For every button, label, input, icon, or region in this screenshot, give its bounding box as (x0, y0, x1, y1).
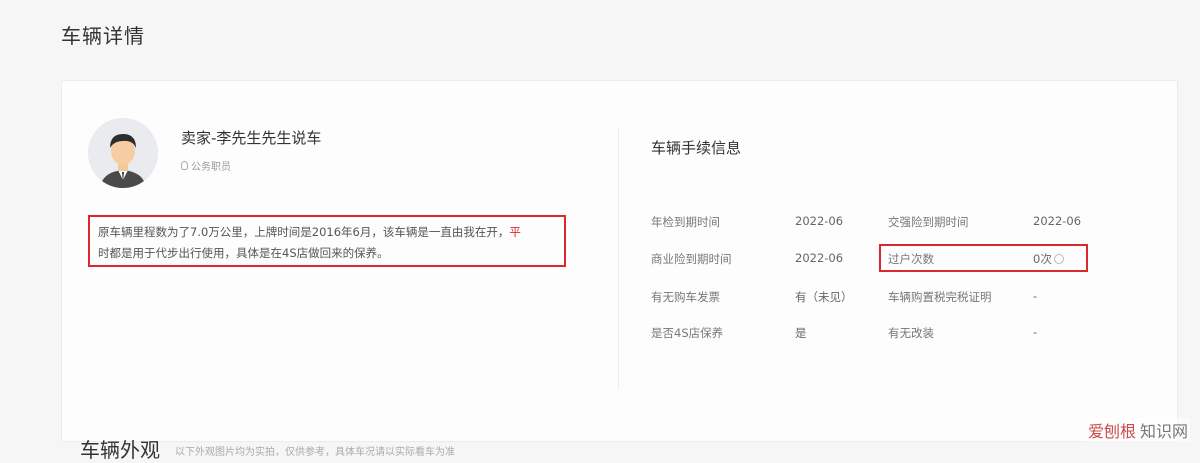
seller-tag-label: 公务职员 (191, 162, 231, 173)
label-modification: 有无改装 (888, 326, 934, 340)
label-purchase-invoice: 有无购车发票 (651, 290, 720, 304)
label-commercial-insurance-expiry: 商业险到期时间 (651, 252, 732, 266)
page-title: 车辆详情 (61, 24, 145, 48)
avatar-person-icon (88, 118, 158, 188)
seller-avatar[interactable] (88, 118, 158, 188)
label-compulsory-insurance-expiry: 交强险到期时间 (888, 215, 969, 229)
exterior-section-subtitle: 以下外观图片均为实拍，仅供参考，具体车况请以实际看车为准 (175, 447, 455, 458)
value-purchase-invoice: 有（未见） (795, 290, 853, 304)
seller-name: 卖家-李先生先生说车 (181, 129, 322, 147)
section-divider (618, 128, 619, 390)
value-4s-maintenance: 是 (795, 326, 807, 340)
badge-icon (181, 161, 188, 170)
value-modification: - (1033, 325, 1038, 339)
description-line-1-red-text: 平 (509, 225, 521, 239)
exterior-section-title: 车辆外观 (80, 438, 160, 462)
value-compulsory-insurance-expiry: 2022-06 (1033, 214, 1082, 228)
description-line-1: 原车辆里程数为了7.0万公里，上牌时间是2016年6月，该车辆是一直由我在开，平 (98, 222, 556, 243)
procedures-title: 车辆手续信息 (651, 139, 742, 157)
description-line-2: 时都是用于代步出行使用，具体是在4S店做回来的保养。 (98, 246, 389, 260)
value-purchase-tax-certificate: - (1033, 289, 1038, 303)
seller-tag: 公务职员 (181, 158, 231, 173)
watermark: 爱刨根 知识网 (1085, 418, 1190, 442)
seller-description-highlight: 原车辆里程数为了7.0万公里，上牌时间是2016年6月，该车辆是一直由我在开，平… (88, 215, 566, 267)
watermark-rest: 知识网 (1139, 422, 1188, 441)
label-inspection-expiry: 年检到期时间 (651, 215, 720, 229)
transfer-count-highlight (879, 244, 1088, 272)
label-4s-maintenance: 是否4S店保养 (651, 326, 724, 340)
description-line-1-text: 原车辆里程数为了7.0万公里，上牌时间是2016年6月，该车辆是一直由我在开， (98, 225, 510, 239)
watermark-brand: 爱刨根 (1087, 422, 1136, 441)
value-inspection-expiry: 2022-06 (795, 214, 844, 228)
label-purchase-tax-certificate: 车辆购置税完税证明 (888, 290, 992, 304)
value-commercial-insurance-expiry: 2022-06 (795, 251, 844, 265)
